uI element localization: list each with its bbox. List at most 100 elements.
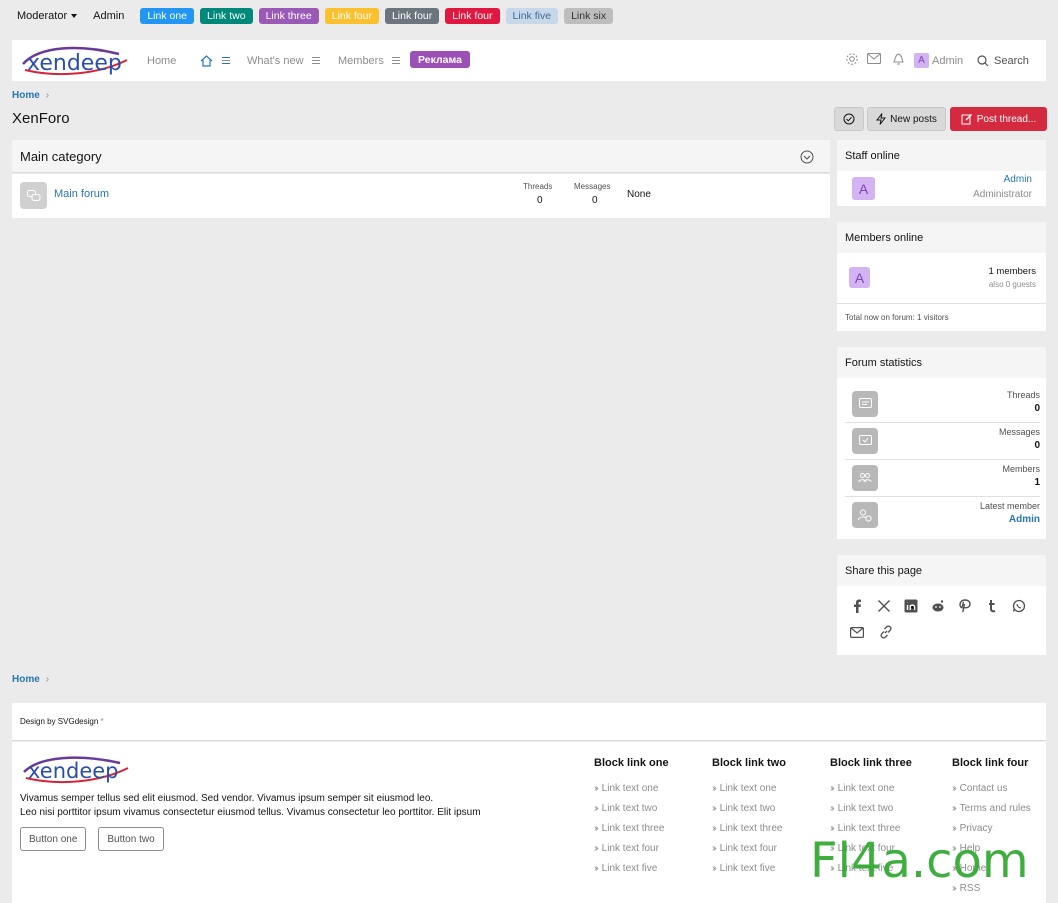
top-link-7[interactable]: Link five: [505, 7, 559, 24]
top-link-6[interactable]: Link four: [445, 7, 500, 24]
admin-link[interactable]: Admin: [93, 10, 124, 22]
site-logo[interactable]: xendeep: [19, 44, 131, 78]
top-link-3[interactable]: Link three: [258, 7, 319, 24]
footer-link[interactable]: ›› Link text two: [830, 798, 912, 818]
bell-icon[interactable]: [892, 52, 905, 66]
bolt-icon: [876, 113, 887, 125]
footer-link-label: Link text two: [719, 802, 776, 814]
chevron-down-icon: [71, 13, 78, 18]
linkedin-icon[interactable]: [904, 599, 918, 613]
nav-members[interactable]: Members: [338, 55, 400, 67]
footer-link[interactable]: ›› Contact us: [952, 778, 1031, 798]
gear-icon[interactable]: [845, 52, 859, 66]
moderator-menu[interactable]: Moderator: [17, 10, 78, 22]
footer-link[interactable]: ›› Link text one: [594, 778, 669, 798]
facebook-icon[interactable]: [850, 599, 864, 613]
mail-icon[interactable]: [867, 53, 881, 64]
breadcrumb-home[interactable]: Home: [12, 674, 40, 685]
footer-link[interactable]: ›› Link text five: [712, 858, 786, 878]
members-value: 1: [1034, 477, 1040, 488]
footer-link[interactable]: ›› Link text two: [712, 798, 786, 818]
chevron-double-right-icon: ››: [594, 842, 598, 854]
messages-label: Messages: [998, 427, 1040, 437]
forum-title-link[interactable]: Main forum: [54, 188, 109, 200]
stat-threads: Threads 0: [845, 386, 1040, 423]
footer-button-one[interactable]: Button one: [20, 827, 87, 851]
footer-credit: Design by SVGdesign *: [12, 703, 1046, 741]
design-credit[interactable]: Design by SVGdesign: [20, 717, 98, 726]
link-icon[interactable]: [879, 625, 893, 639]
footer-link[interactable]: ›› Terms and rules: [952, 798, 1031, 818]
footer-link[interactable]: ›› Link text two: [594, 798, 669, 818]
logo-text: xendeep: [27, 51, 122, 76]
menu-icon[interactable]: [222, 57, 230, 64]
chevron-double-right-icon: ››: [712, 802, 716, 814]
share-widget: Share this page: [837, 555, 1046, 655]
staff-role: Administrator: [973, 189, 1032, 200]
top-links: Link one Link two Link three Link four Link …: [140, 7, 614, 24]
nav-reklama[interactable]: Реклама: [410, 51, 470, 68]
chevron-double-right-icon: ››: [830, 802, 834, 814]
latest-member-link[interactable]: Admin: [1009, 514, 1040, 525]
tumblr-icon[interactable]: [985, 599, 999, 613]
chevron-double-right-icon: ››: [594, 782, 598, 794]
edit-icon: [961, 114, 972, 125]
footer-column-title: Block link three: [830, 757, 912, 769]
footer-link-label: Link text five: [601, 862, 658, 874]
avatar: A: [914, 53, 929, 68]
avatar[interactable]: A: [852, 177, 875, 200]
nav-home[interactable]: Home: [147, 55, 176, 67]
menu-icon[interactable]: [311, 57, 320, 64]
new-posts-button[interactable]: New posts: [867, 107, 946, 131]
footer-link[interactable]: ›› Link text three: [712, 818, 786, 838]
top-link-4[interactable]: Link four: [324, 7, 379, 24]
nav-whats-new[interactable]: What's new: [247, 55, 320, 67]
footer-link-label: Link text five: [719, 862, 776, 874]
footer-link[interactable]: ›› Link text four: [594, 838, 669, 858]
home-icon[interactable]: [200, 54, 213, 67]
footer-link-label: Link text one: [837, 782, 895, 794]
threads-label: Threads: [1006, 390, 1040, 400]
search-button[interactable]: Search: [977, 55, 1029, 67]
message-check-icon: [852, 428, 878, 454]
check-circle-icon: [843, 113, 855, 125]
account-menu[interactable]: A Admin: [914, 53, 963, 68]
collapse-icon[interactable]: [800, 150, 814, 164]
top-link-8[interactable]: Link six: [564, 7, 614, 24]
footer-link[interactable]: ›› Link text five: [594, 858, 669, 878]
forum-statistics-widget: Forum statistics Threads 0 Messages 0 Me…: [837, 347, 1046, 539]
pinterest-icon[interactable]: [958, 599, 972, 613]
footer-link[interactable]: ›› Link text three: [594, 818, 669, 838]
footer-logo[interactable]: xendeep: [20, 754, 132, 786]
x-icon[interactable]: [877, 599, 891, 613]
category-header[interactable]: Main category: [12, 140, 830, 173]
email-share-icon[interactable]: [850, 626, 864, 638]
watermark: Fl4a.com: [810, 833, 1029, 889]
threads-value: 0: [1034, 403, 1040, 414]
staff-user-link[interactable]: Admin: [1004, 174, 1032, 185]
chevron-double-right-icon: ››: [594, 862, 598, 874]
top-link-5[interactable]: Link four: [384, 7, 440, 24]
chevron-double-right-icon: ››: [712, 822, 716, 834]
logo-swirl: xendeep: [22, 46, 128, 76]
chevron-double-right-icon: ››: [952, 822, 956, 834]
footer-description: Vivamus semper tellus sed elit eiusmod. …: [20, 792, 481, 820]
reddit-icon[interactable]: [931, 599, 945, 613]
footer-button-two[interactable]: Button two: [98, 827, 164, 851]
footer-link[interactable]: ›› Link text four: [712, 838, 786, 858]
menu-icon[interactable]: [391, 57, 400, 64]
breadcrumb-home[interactable]: Home: [12, 90, 40, 101]
footer-link-label: Link text one: [601, 782, 659, 794]
mark-read-button[interactable]: [834, 107, 864, 131]
whatsapp-icon[interactable]: [1012, 599, 1026, 613]
chevron-double-right-icon: ››: [712, 862, 716, 874]
post-thread-button[interactable]: Post thread...: [950, 107, 1047, 131]
stat-members: Members 1: [845, 460, 1040, 497]
chevron-double-right-icon: ››: [712, 782, 716, 794]
avatar[interactable]: A: [849, 267, 870, 288]
footer-link[interactable]: ›› Link text one: [712, 778, 786, 798]
last-post: None: [627, 189, 651, 200]
top-link-1[interactable]: Link one: [140, 7, 195, 24]
footer-link[interactable]: ›› Link text one: [830, 778, 912, 798]
top-link-2[interactable]: Link two: [200, 7, 253, 24]
